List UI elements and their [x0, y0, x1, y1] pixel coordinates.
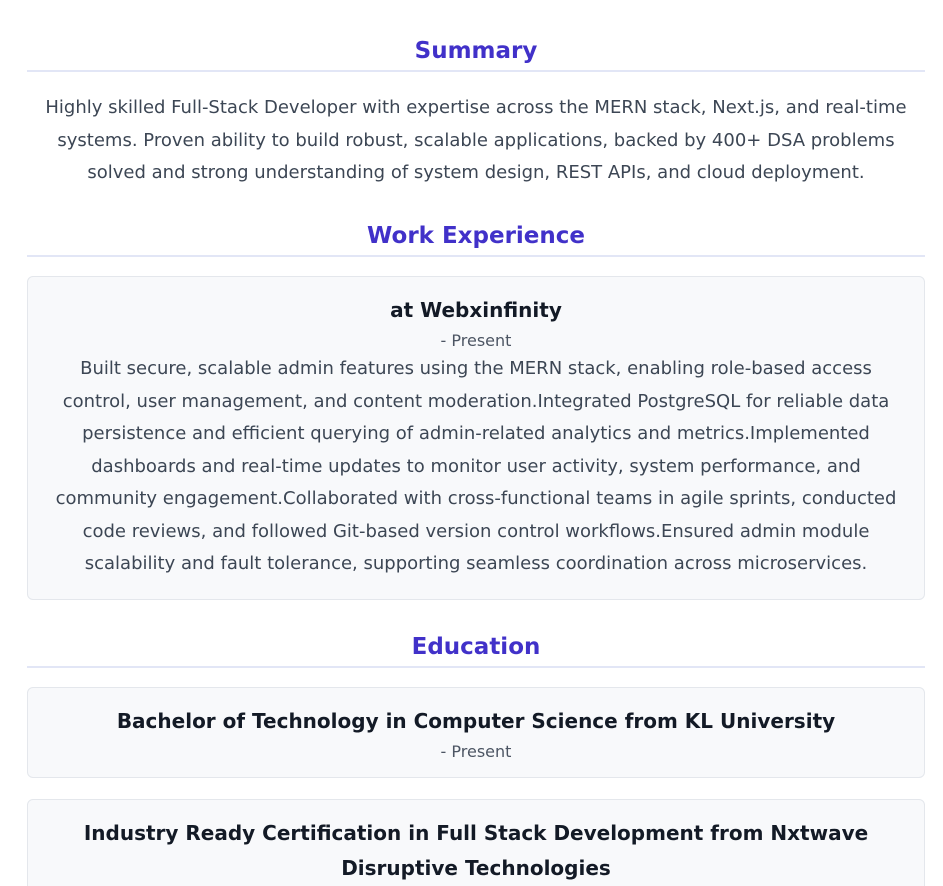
education-date: - Present	[440, 742, 512, 761]
certification-title: Industry Ready Certification in Full Sta…	[83, 821, 869, 880]
work-experience-heading: Work Experience	[27, 221, 925, 257]
experience-date: - Present	[440, 331, 512, 350]
summary-text: Highly skilled Full-Stack Developer with…	[45, 97, 907, 183]
education-heading: Education	[27, 632, 925, 668]
experience-description: Built secure, scalable admin features us…	[55, 358, 897, 574]
summary-heading: Summary	[27, 36, 925, 72]
experience-card: at Webxinfinity - Present Built secure, …	[27, 276, 925, 600]
education-card: Bachelor of Technology in Computer Scien…	[27, 687, 925, 778]
certification-card: Industry Ready Certification in Full Sta…	[27, 799, 925, 886]
resume-page: Summary Highly skilled Full-Stack Develo…	[0, 0, 943, 886]
experience-title: at Webxinfinity	[390, 298, 562, 322]
education-title: Bachelor of Technology in Computer Scien…	[116, 709, 836, 733]
